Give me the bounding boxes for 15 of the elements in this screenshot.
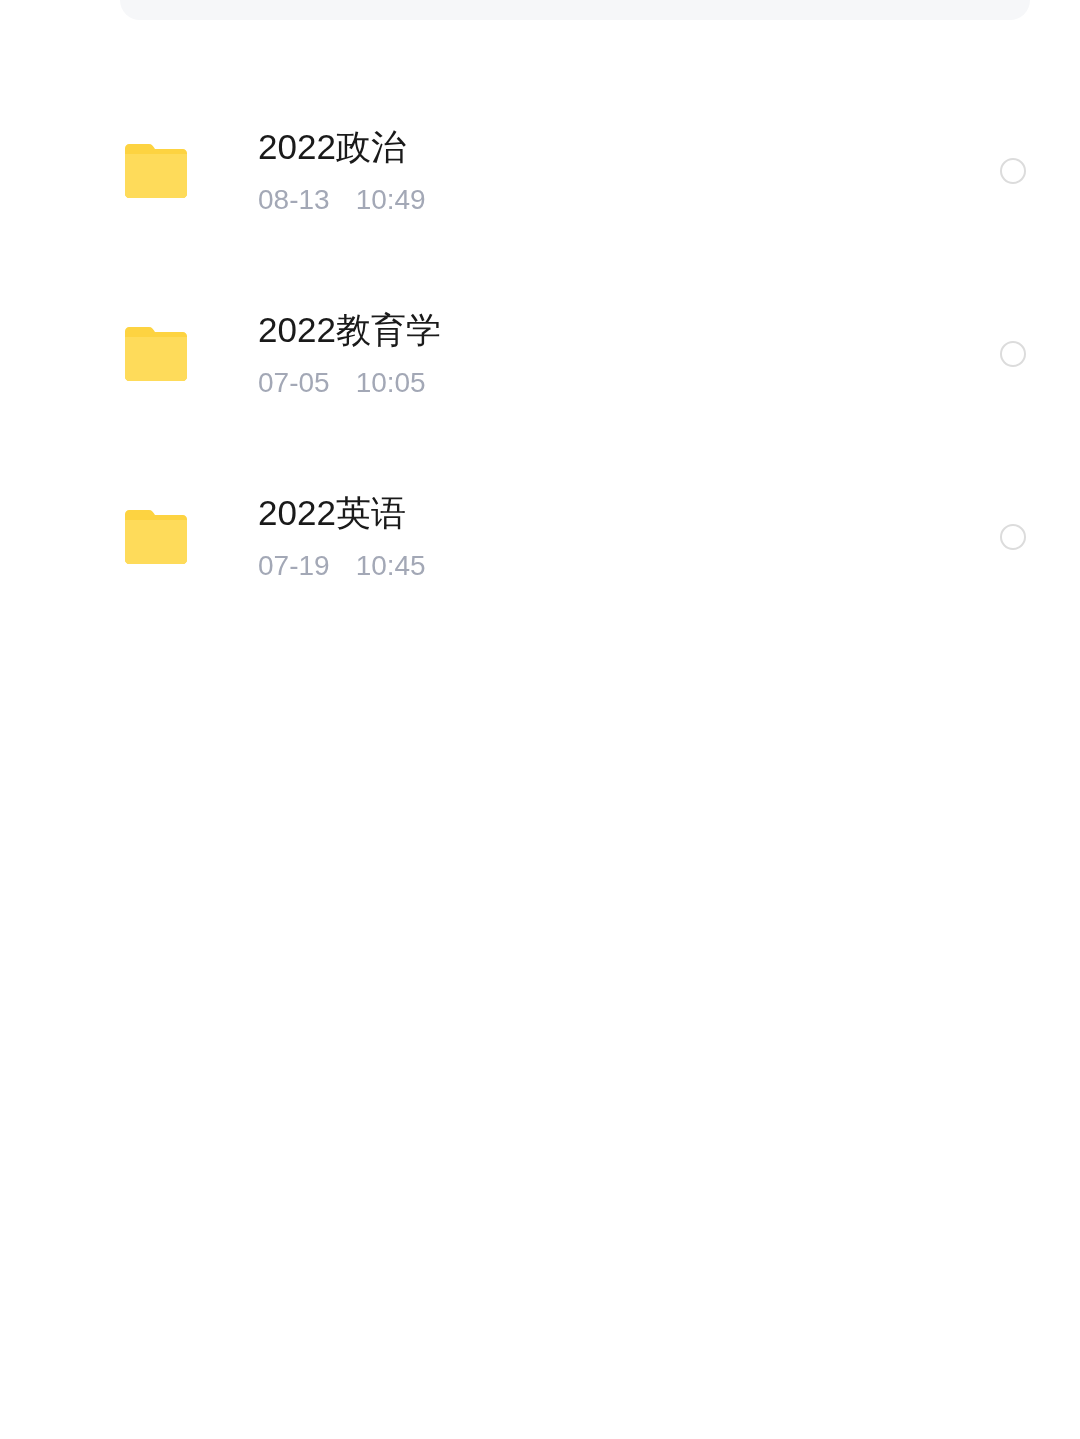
folder-time: 10:05 [355,365,426,400]
select-radio[interactable] [1000,523,1026,550]
folder-time: 10:45 [355,548,426,583]
folder-icon [125,143,187,198]
folder-date: 07-19 [258,548,330,583]
select-radio[interactable] [1000,340,1026,367]
folder-name[interactable]: 2022政治 [258,124,1000,169]
folder-date: 07-05 [258,365,330,400]
folder-name[interactable]: 2022英语 [258,490,1000,535]
folder-name[interactable]: 2022教育学 [258,307,1000,352]
folder-date: 08-13 [258,182,330,217]
select-radio[interactable] [1000,157,1026,184]
folder-icon [125,509,187,564]
folder-time: 10:49 [355,182,426,217]
folder-icon [125,326,187,381]
